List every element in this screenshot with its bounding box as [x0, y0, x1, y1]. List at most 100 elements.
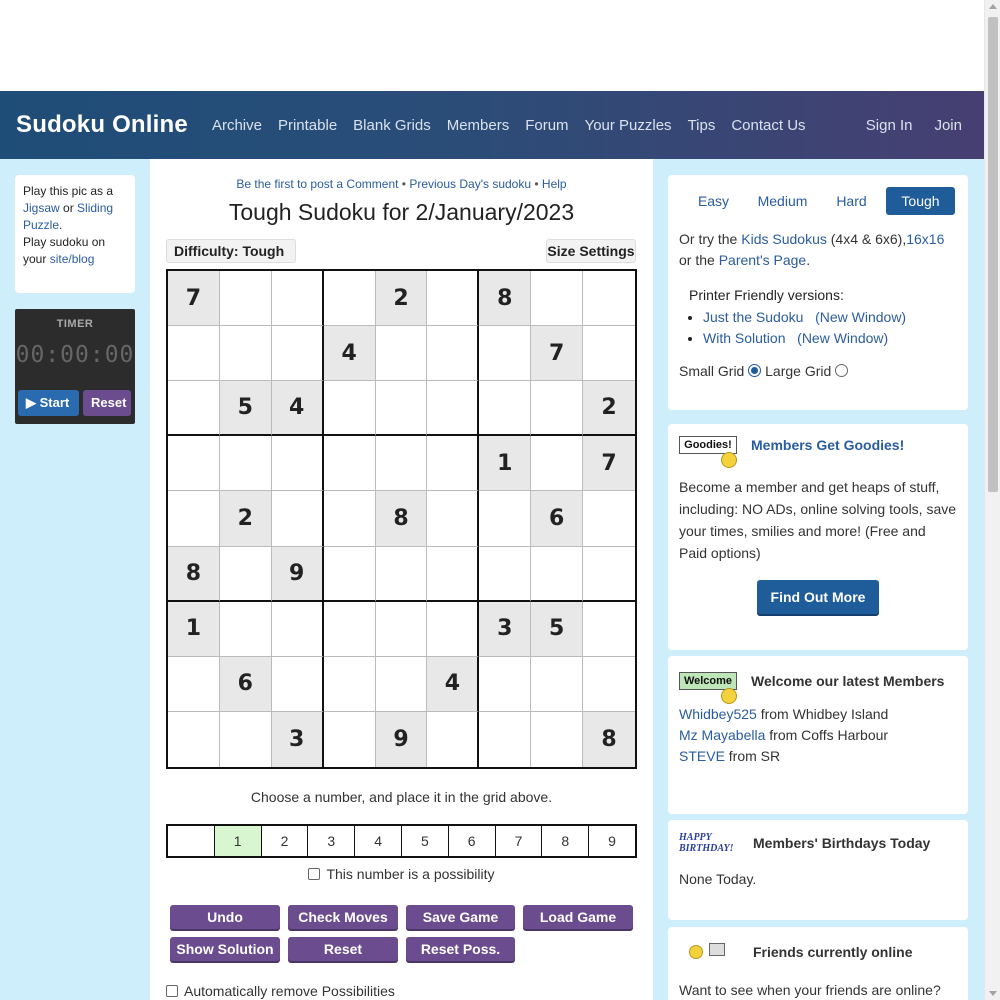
grid-cell[interactable] — [479, 656, 532, 712]
jigsaw-link[interactable]: Jigsaw — [23, 201, 60, 215]
grid-cell[interactable] — [583, 326, 635, 382]
scroll-thumb[interactable] — [988, 17, 998, 492]
grid-cell[interactable]: 2 — [219, 491, 272, 547]
grid-cell[interactable] — [427, 491, 480, 547]
number-choice-8[interactable]: 8 — [542, 826, 590, 856]
grid-cell[interactable] — [168, 436, 220, 492]
grid-cell[interactable] — [375, 436, 428, 492]
grid-cell[interactable]: 8 — [479, 271, 532, 327]
load-game-button[interactable]: Load Game — [523, 905, 633, 929]
nav-join[interactable]: Join — [934, 117, 962, 134]
grid-cell[interactable]: 5 — [219, 381, 272, 437]
grid-cell[interactable] — [583, 546, 635, 602]
grid-cell[interactable] — [375, 656, 428, 712]
undo-button[interactable]: Undo — [170, 905, 280, 929]
grid-cell[interactable] — [271, 601, 324, 657]
grid-cell[interactable] — [271, 271, 324, 327]
show-solution-button[interactable]: Show Solution — [170, 937, 280, 961]
grid-cell[interactable] — [168, 711, 220, 767]
sixteen-link[interactable]: 16x16 — [906, 231, 944, 247]
nav-printable[interactable]: Printable — [278, 117, 337, 134]
grid-cell[interactable]: 7 — [531, 326, 584, 382]
grid-cell[interactable] — [219, 326, 272, 382]
brand-logo[interactable]: Sudoku Online — [16, 111, 188, 139]
grid-cell[interactable]: 7 — [168, 271, 220, 327]
nav-forum[interactable]: Forum — [525, 117, 568, 134]
grid-cell[interactable] — [323, 656, 376, 712]
just-sudoku-new-window-link[interactable]: (New Window) — [815, 309, 906, 325]
number-choice-2[interactable]: 2 — [262, 826, 309, 856]
grid-cell[interactable] — [479, 381, 532, 437]
nav-tips[interactable]: Tips — [688, 117, 716, 134]
grid-cell[interactable] — [219, 601, 272, 657]
grid-cell[interactable]: 4 — [427, 656, 480, 712]
grid-cell[interactable]: 9 — [271, 546, 324, 602]
grid-cell[interactable] — [583, 271, 635, 327]
grid-cell[interactable] — [479, 491, 532, 547]
save-game-button[interactable]: Save Game — [406, 905, 515, 929]
grid-cell[interactable] — [583, 656, 635, 712]
timer-reset-button[interactable]: Reset — [83, 390, 131, 416]
grid-cell[interactable] — [375, 601, 428, 657]
grid-cell[interactable] — [531, 381, 584, 437]
grid-cell[interactable]: 5 — [531, 601, 584, 657]
grid-cell[interactable] — [583, 601, 635, 657]
grid-cell[interactable]: 2 — [583, 381, 635, 437]
nav-blank-grids[interactable]: Blank Grids — [353, 117, 431, 134]
number-choice-blank[interactable] — [168, 826, 215, 856]
number-choice-3[interactable]: 3 — [308, 826, 356, 856]
number-choice-6[interactable]: 6 — [449, 826, 496, 856]
grid-cell[interactable]: 9 — [375, 711, 428, 767]
grid-cell[interactable] — [219, 436, 272, 492]
number-choice-1[interactable]: 1 — [214, 826, 262, 856]
with-solution-new-window-link[interactable]: (New Window) — [797, 330, 888, 346]
possibility-checkbox[interactable] — [308, 868, 321, 880]
grid-cell[interactable] — [427, 601, 480, 657]
nav-sign-in[interactable]: Sign In — [866, 117, 913, 134]
grid-cell[interactable] — [531, 711, 584, 767]
member-link[interactable]: Mz Mayabella — [679, 727, 765, 743]
scroll-up-icon[interactable] — [989, 4, 997, 9]
nav-contact-us[interactable]: Contact Us — [731, 117, 805, 134]
grid-cell[interactable] — [479, 711, 532, 767]
grid-cell[interactable] — [271, 326, 324, 382]
number-choice-9[interactable]: 9 — [589, 826, 635, 856]
grid-cell[interactable] — [479, 546, 532, 602]
member-link[interactable]: Whidbey525 — [679, 706, 757, 722]
post-comment-link[interactable]: Be the first to post a Comment — [236, 177, 398, 191]
grid-cell[interactable] — [219, 271, 272, 327]
scroll-down-icon[interactable] — [989, 991, 997, 996]
parent-page-link[interactable]: Parent's Page — [719, 252, 807, 268]
grid-cell[interactable] — [323, 546, 376, 602]
grid-cell[interactable]: 2 — [375, 271, 428, 327]
nav-your-puzzles[interactable]: Your Puzzles — [585, 117, 672, 134]
site-blog-link[interactable]: site/blog — [50, 252, 95, 266]
grid-cell[interactable] — [427, 711, 480, 767]
grid-cell[interactable] — [323, 381, 376, 437]
tab-tough[interactable]: Tough — [886, 187, 955, 215]
small-grid-radio[interactable] — [748, 364, 762, 377]
just-sudoku-link[interactable]: Just the Sudoku — [703, 309, 803, 325]
grid-cell[interactable]: 4 — [271, 381, 324, 437]
grid-cell[interactable]: 1 — [168, 601, 220, 657]
grid-cell[interactable] — [427, 326, 480, 382]
grid-cell[interactable] — [219, 711, 272, 767]
page-scrollbar[interactable] — [984, 0, 1000, 1000]
grid-cell[interactable]: 8 — [375, 491, 428, 547]
check-moves-button[interactable]: Check Moves — [288, 905, 398, 929]
grid-cell[interactable]: 8 — [583, 711, 635, 767]
grid-cell[interactable] — [323, 601, 376, 657]
grid-cell[interactable] — [168, 381, 220, 437]
grid-cell[interactable] — [583, 491, 635, 547]
large-grid-radio[interactable] — [835, 364, 849, 377]
tab-hard[interactable]: Hard — [817, 187, 886, 215]
grid-cell[interactable] — [219, 546, 272, 602]
grid-cell[interactable] — [427, 436, 480, 492]
grid-cell[interactable] — [271, 656, 324, 712]
grid-cell[interactable] — [427, 381, 480, 437]
grid-cell[interactable] — [479, 326, 532, 382]
number-choice-7[interactable]: 7 — [496, 826, 543, 856]
grid-cell[interactable] — [323, 711, 376, 767]
goodies-title-link[interactable]: Members Get Goodies! — [751, 437, 904, 453]
grid-cell[interactable] — [168, 656, 220, 712]
